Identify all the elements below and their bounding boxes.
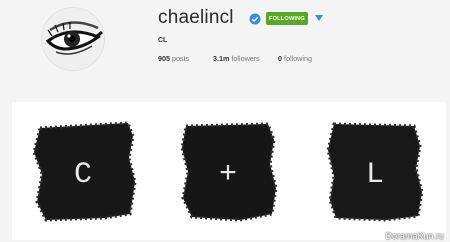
following-stat[interactable]: 0 following [278,54,312,63]
post-image: L [326,122,424,222]
post-tile[interactable]: L [300,102,446,240]
post-tile[interactable]: C [12,102,158,240]
followers-count: 3.1m [213,54,230,63]
post-tile[interactable]: + [156,102,302,240]
profile-username: chaelincl [158,7,234,28]
posts-label: posts [172,54,190,63]
post-image: C [32,121,137,222]
following-button[interactable]: FOLLOWING [266,12,308,25]
followers-stat[interactable]: 3.1m followers [213,54,260,63]
post-glyph: L [366,158,384,192]
followers-label: followers [231,54,260,63]
post-glyph: + [219,158,237,192]
eye-closeup-image [42,8,104,70]
posts-stat[interactable]: 905 posts [158,54,189,63]
following-count: 0 [278,54,282,63]
post-image: + [180,122,278,222]
post-glyph: C [74,158,92,192]
following-label: following [284,54,312,63]
posts-count: 905 [158,54,170,63]
profile-full-name: CL [158,37,168,44]
caret-down-icon[interactable] [314,13,324,23]
watermark: DoramaKun.ru [385,231,444,241]
verified-badge-icon [249,13,261,25]
profile-avatar[interactable] [41,7,105,71]
